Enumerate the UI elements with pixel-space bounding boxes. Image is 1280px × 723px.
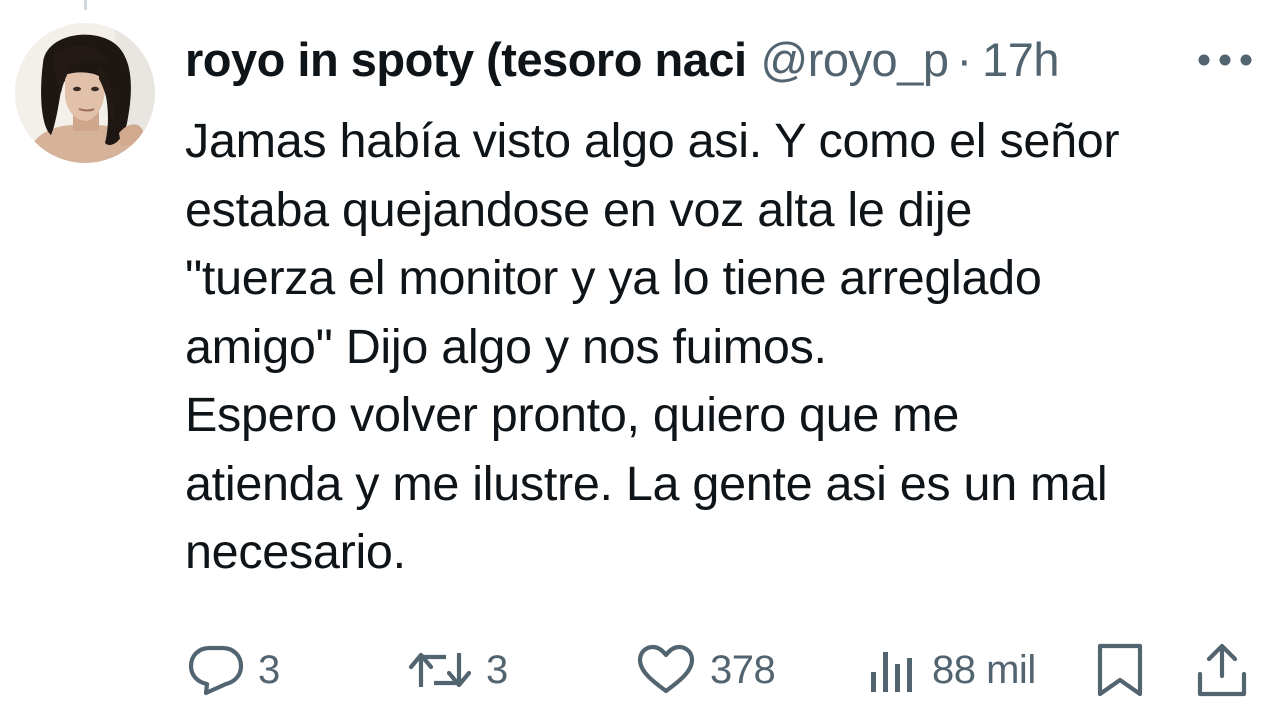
reply-count: 3 [258, 647, 280, 692]
tweet-text: Jamas había visto algo asi. Y como el se… [185, 107, 1265, 587]
like-count: 378 [710, 647, 776, 692]
separator-dot: · [956, 33, 973, 86]
repost-button[interactable]: 3 [408, 635, 508, 705]
tweet-text-line: Jamas había visto algo asi. Y como el se… [185, 114, 1120, 168]
tweet-text-line: amigo" Dijo algo y nos fuimos. [185, 319, 827, 374]
bookmark-button[interactable] [1095, 635, 1145, 705]
view-count: 88 mil [932, 647, 1036, 692]
tweet-text-line: "tuerza el monitor y ya lo tiene arregla… [185, 251, 1042, 305]
tweet[interactable]: royo in spoty (tesoro naci @royo_p · 17h… [0, 0, 1280, 723]
repost-count: 3 [486, 647, 508, 692]
avatar[interactable] [15, 23, 155, 163]
tweet-text-line: necesario. [185, 525, 406, 579]
repost-icon [408, 647, 472, 693]
action-bar: 3 3 378 88 mil [0, 635, 1280, 705]
more-options-button[interactable] [1195, 30, 1255, 90]
tweet-text-line: estaba quejandose en voz alta le dije [185, 182, 973, 237]
views-button[interactable]: 88 mil [868, 635, 1036, 705]
share-icon [1195, 642, 1249, 698]
share-button[interactable] [1195, 635, 1249, 705]
display-name[interactable]: royo in spoty (tesoro naci [185, 30, 747, 90]
heart-icon [636, 644, 696, 696]
reply-icon [188, 644, 244, 696]
views-icon [868, 646, 918, 694]
reply-button[interactable]: 3 [188, 635, 280, 705]
bookmark-icon [1095, 642, 1145, 698]
like-button[interactable]: 378 [636, 635, 776, 705]
tweet-text-line: atienda y me ilustre. La gente asi es un… [185, 456, 1108, 511]
avatar-photo [15, 23, 155, 163]
user-handle[interactable]: @royo_p [761, 30, 949, 90]
tweet-text-line: Espero volver pronto, quiero que me [185, 388, 960, 442]
more-options-icon [1197, 53, 1253, 67]
tweet-header: royo in spoty (tesoro naci @royo_p · 17h [185, 30, 1260, 90]
timestamp[interactable]: 17h [982, 30, 1059, 90]
